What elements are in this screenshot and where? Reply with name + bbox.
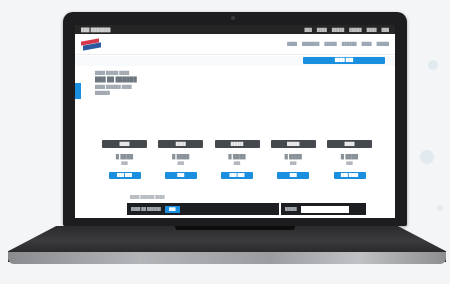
plan-select-button[interactable]: ███ ███ <box>108 172 141 179</box>
plan-select-button[interactable]: ███ <box>277 172 310 179</box>
side-feedback-tab[interactable] <box>75 83 81 99</box>
nav-item[interactable]: ████ <box>362 42 372 46</box>
plan-select-button[interactable]: ███ ████ <box>333 172 366 179</box>
plan-card: ████ █ ████ ███ ███ ███ <box>102 140 147 179</box>
plan-note: ███ <box>290 161 297 165</box>
plan-note: ███ <box>233 161 241 165</box>
laptop-hinge <box>175 226 295 230</box>
plan-select-button[interactable]: ███ <box>164 172 197 179</box>
header-cta-label: ████ ███ <box>334 58 354 62</box>
top-link[interactable]: ████ <box>317 28 327 32</box>
nav-item[interactable]: ███████ <box>302 42 319 46</box>
nav-item[interactable]: ██████ <box>342 42 357 46</box>
subheader-strip: ████ ███ <box>75 56 395 66</box>
plan-header: ████ <box>327 140 372 148</box>
signup-bar-button[interactable]: ███ <box>164 205 180 213</box>
plan-header: █████ <box>214 140 260 148</box>
site-header: ████ ███████ █████ ██████ ████ █████ <box>75 34 395 55</box>
section-label: ██████ <box>95 91 110 95</box>
top-links: ███ ████ █████ █████ ████ ███ <box>304 28 389 32</box>
laptop-screen: ███ ███████ ███ ████ █████ █████ ████ ██… <box>75 25 395 218</box>
flag-logo[interactable] <box>81 37 103 51</box>
plan-price: █ ████ <box>340 154 359 159</box>
top-link[interactable]: ███ <box>304 28 311 32</box>
nav-item[interactable]: ████ <box>287 42 297 46</box>
laptop-lid: ███ ███████ ███ ████ █████ █████ ████ ██… <box>63 12 407 226</box>
header-cta-button[interactable]: ████ ███ <box>303 57 385 64</box>
laptop-front-edge <box>8 252 446 264</box>
nav-item[interactable]: █████ <box>324 42 336 46</box>
top-link[interactable]: █████ <box>349 28 361 32</box>
signup-bar: ████ ██ ██████ ███ <box>127 203 279 215</box>
top-link[interactable]: ████ <box>367 28 377 32</box>
background-dot <box>437 205 443 211</box>
signup-bar-text: ████ ██ ██████ <box>131 207 161 211</box>
plan-header: █████ <box>270 140 316 148</box>
plan-note: ███ <box>121 161 128 165</box>
nav-item[interactable]: █████ <box>377 42 389 46</box>
footer-note: ████ ██████ ████ <box>130 195 165 199</box>
plan-select-button[interactable]: ███ ███ <box>221 172 253 179</box>
plan-card: █████ █ ████ ███ ███ <box>270 140 316 179</box>
top-link[interactable]: █████ <box>332 28 344 32</box>
background-dot <box>420 150 434 164</box>
plan-price: █ ████ <box>284 154 302 159</box>
plan-card: ████ █ ████ ███ ███ <box>158 140 204 179</box>
page-title: ███ ██ ██████ <box>95 77 137 83</box>
plan-note: ███ <box>346 161 353 165</box>
search-input[interactable] <box>300 205 349 213</box>
plan-header: ████ <box>102 140 147 148</box>
plan-price: █ ████ <box>115 154 134 159</box>
search-bar: █████ <box>281 203 366 215</box>
background-dot <box>428 60 438 70</box>
plan-card: █████ █ ████ ███ ███ ███ <box>214 140 260 179</box>
plan-note: ███ <box>177 161 184 165</box>
top-link[interactable]: ███ <box>382 28 389 32</box>
plan-header: ████ <box>158 140 204 148</box>
main-navigation: ████ ███████ █████ ██████ ████ █████ <box>287 42 389 46</box>
search-bar-text: █████ <box>285 207 297 211</box>
top-brand-text: ███ ███████ <box>81 27 111 32</box>
pricing-plans: ████ █ ████ ███ ███ ███ ████ █ ████ ███ … <box>102 140 372 179</box>
plan-price: █ ████ <box>228 154 246 159</box>
main-content: ████ █████ ████ ███ ██ ██████ ████ █████… <box>95 70 385 96</box>
plan-card: ████ █ ████ ███ ███ ████ <box>327 140 372 179</box>
top-utility-bar: ███ ███████ ███ ████ █████ █████ ████ ██… <box>75 25 395 34</box>
plan-price: █ ████ <box>172 154 190 159</box>
webcam <box>231 16 235 20</box>
